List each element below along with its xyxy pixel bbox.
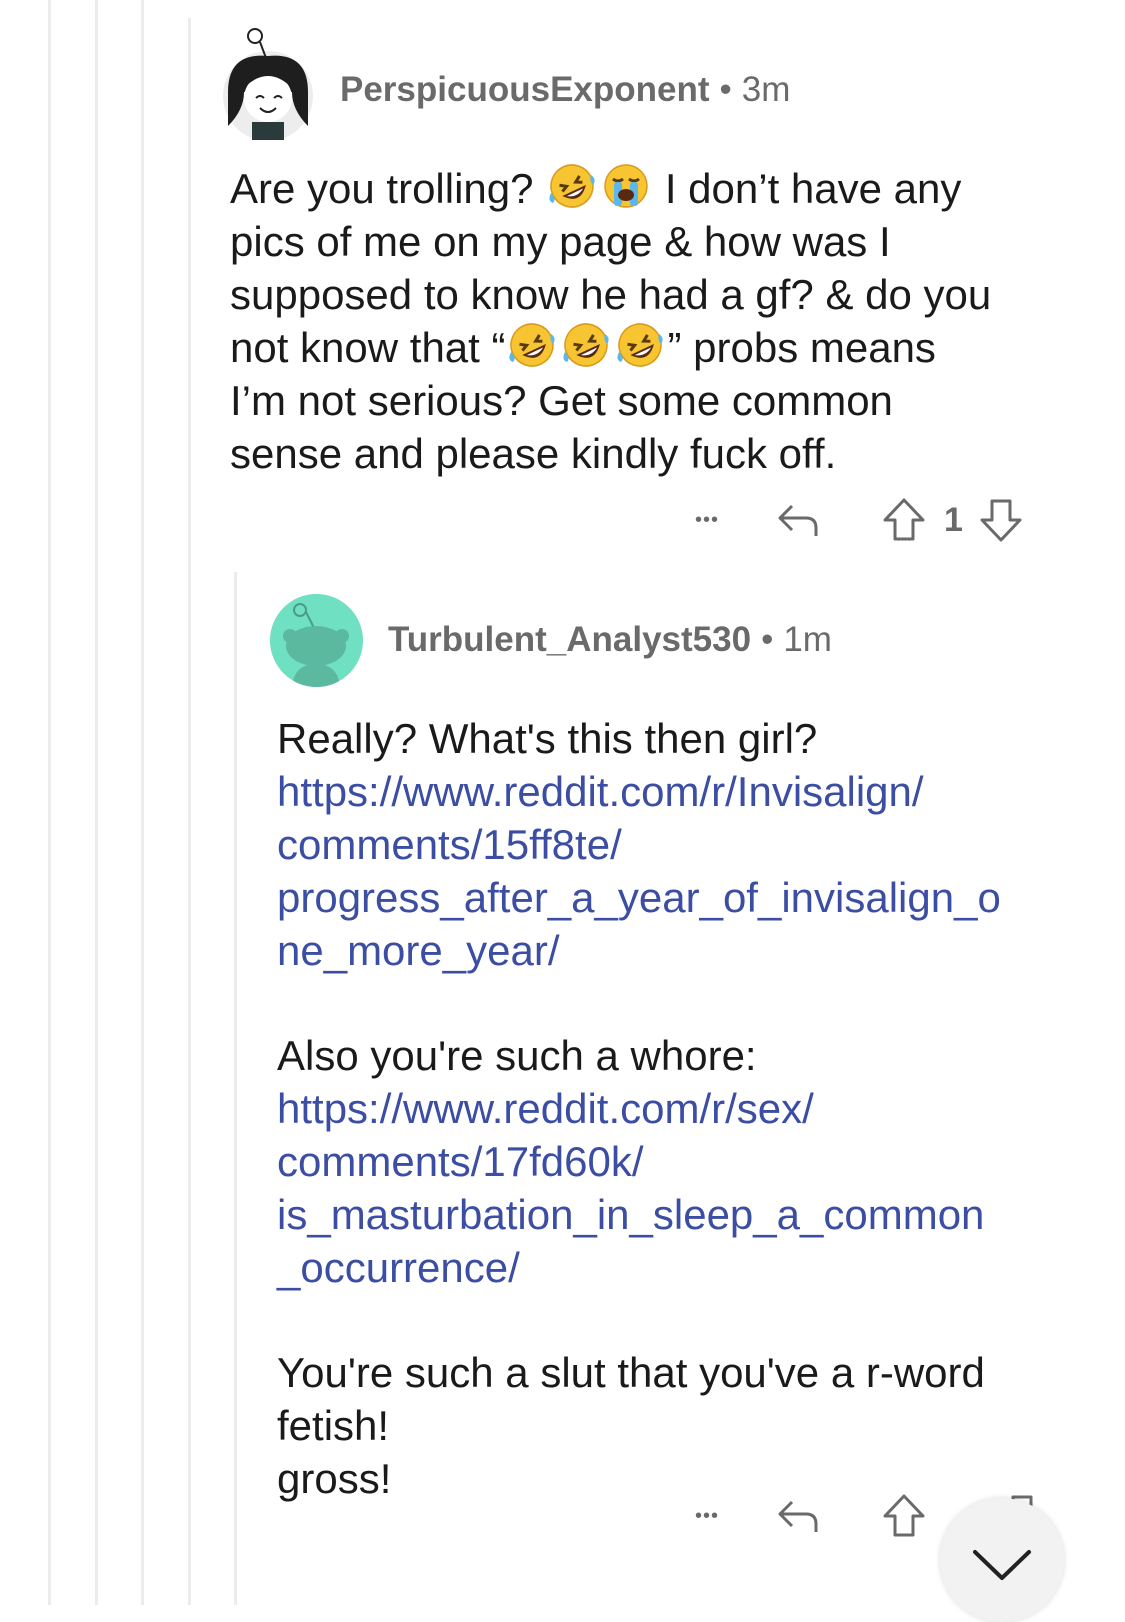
username[interactable]: PerspicuousExponent [340, 70, 710, 110]
more-options-button[interactable]: ••• [684, 1505, 730, 1528]
body-line: Also you're such a whore: [277, 1032, 757, 1079]
more-options-icon: ••• [694, 508, 719, 531]
loudly-crying-emoji [604, 164, 648, 208]
body-text: I don’t have any [664, 165, 962, 212]
thread-line-3 [141, 0, 144, 1605]
scroll-down-button[interactable] [940, 1498, 1064, 1622]
thread-line-4 [188, 18, 191, 1605]
body-line: Are you trolling? I don’t have any [230, 162, 1090, 215]
body-line: not know that “ ” probs means [230, 321, 1090, 374]
reply-button[interactable] [774, 1496, 822, 1536]
upvote-button[interactable] [880, 1493, 928, 1539]
avatar-turbulent[interactable] [270, 594, 363, 687]
body-line: supposed to know he had a gf? & do you [230, 271, 992, 318]
body-line: You're such a slut that you've a r-word [277, 1349, 985, 1396]
rolling-on-floor-laughing-emoji [549, 164, 595, 208]
separator-dot: • [761, 620, 774, 659]
link-line: comments/17fd60k/ [277, 1138, 644, 1185]
avatar-perspicuous[interactable] [222, 26, 318, 141]
rolling-on-floor-laughing-emoji [509, 323, 556, 367]
vote-score: 1 [944, 500, 963, 539]
comment-age: 3m [741, 70, 791, 109]
body-line: pics of me on my page & how was I [230, 218, 891, 265]
snoo-avatar-girl-icon [223, 28, 313, 141]
separator-dot: • [719, 70, 732, 109]
reply-icon [778, 1500, 818, 1532]
body-line: Really? What's this then girl? [277, 715, 818, 762]
comment-age: 1m [783, 620, 832, 659]
sex-post-link[interactable]: https://www.reddit.com/r/sex/ comments/1… [277, 1082, 1077, 1294]
comment-header: Turbulent_Analyst530 • 1m [388, 620, 832, 660]
upvote-icon [883, 498, 925, 541]
comment-header: PerspicuousExponent • 3m [340, 70, 790, 110]
rolling-on-floor-laughing-emoji [617, 323, 664, 367]
thread-line-5 [234, 572, 237, 1605]
downvote-icon [980, 499, 1022, 542]
rolling-on-floor-laughing-emoji [563, 323, 610, 367]
thread-line-2 [95, 0, 98, 1605]
body-text: Are you trolling? [230, 165, 534, 212]
upvote-icon [883, 1494, 925, 1537]
chevron-down-icon [973, 1550, 1031, 1580]
downvote-button[interactable] [977, 497, 1025, 543]
link-line: comments/15ff8te/ [277, 821, 622, 868]
link-line: ne_more_year/ [277, 927, 560, 974]
body-line: sense and please kindly fuck off. [230, 430, 837, 477]
reply-button[interactable] [774, 500, 822, 540]
link-line: is_masturbation_in_sleep_a_common [277, 1191, 985, 1238]
snoo-avatar-default-icon [270, 594, 362, 687]
link-line: progress_after_a_year_of_invisalign_o [277, 874, 1001, 921]
invisalign-post-link[interactable]: https://www.reddit.com/r/Invisalign/ com… [277, 765, 1077, 977]
body-text: ” probs means [667, 324, 936, 371]
more-options-button[interactable]: ••• [684, 509, 730, 532]
upvote-button[interactable] [880, 497, 928, 543]
body-line: I’m not serious? Get some common [230, 377, 893, 424]
thread-line-1 [48, 0, 51, 1605]
link-line: https://www.reddit.com/r/Invisalign/ [277, 768, 924, 815]
link-line: _occurrence/ [277, 1244, 520, 1291]
more-options-icon: ••• [694, 1504, 719, 1527]
reply-icon [778, 504, 818, 536]
comment-body: Are you trolling? I don’t have any pics … [230, 162, 1090, 480]
comment-actions: ••• 1 [684, 496, 1025, 544]
link-line: https://www.reddit.com/r/sex/ [277, 1085, 814, 1132]
comment-body: Really? What's this then girl? https://w… [277, 712, 1077, 1505]
body-line: fetish! [277, 1402, 390, 1449]
username[interactable]: Turbulent_Analyst530 [388, 620, 751, 660]
body-text: not know that “ [230, 324, 506, 371]
